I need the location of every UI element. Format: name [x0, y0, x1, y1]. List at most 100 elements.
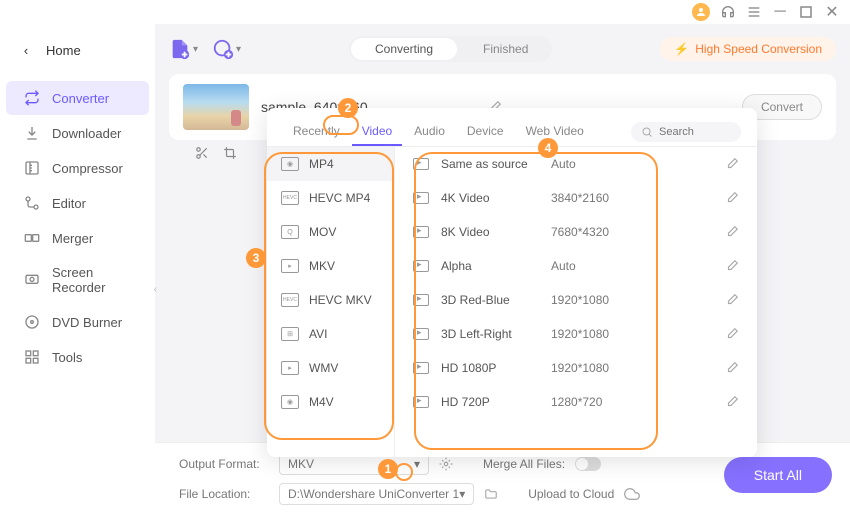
- step-badge-1: 1: [378, 459, 398, 479]
- resolution-item[interactable]: HD 720P1280*720: [395, 385, 757, 419]
- edit-preset-icon[interactable]: [725, 259, 739, 273]
- resolution-item[interactable]: HD 1080P1920*1080: [395, 351, 757, 385]
- edit-preset-icon[interactable]: [725, 225, 739, 239]
- resolution-list: Same as sourceAuto 4K Video3840*2160 8K …: [395, 147, 757, 457]
- format-search[interactable]: [631, 122, 741, 142]
- sidebar-item-recorder[interactable]: Screen Recorder: [6, 256, 149, 304]
- sidebar-item-label: Merger: [52, 231, 93, 246]
- format-icon: HEVC: [281, 293, 299, 307]
- tools-icon: [24, 349, 40, 365]
- download-icon: [24, 125, 40, 141]
- resolution-item[interactable]: Same as sourceAuto: [395, 147, 757, 181]
- merge-toggle[interactable]: [575, 457, 601, 471]
- sidebar-item-converter[interactable]: Converter: [6, 81, 149, 115]
- resolution-item[interactable]: AlphaAuto: [395, 249, 757, 283]
- dvd-icon: [24, 314, 40, 330]
- output-format-label: Output Format:: [179, 457, 269, 471]
- menu-icon[interactable]: [746, 4, 762, 20]
- chevron-down-icon: ▾: [414, 457, 420, 471]
- video-icon: [413, 396, 429, 408]
- format-item[interactable]: QMOV: [267, 215, 394, 249]
- add-url-button[interactable]: ▾: [212, 38, 241, 60]
- format-item[interactable]: ◉MP4: [267, 147, 394, 181]
- edit-preset-icon[interactable]: [725, 327, 739, 341]
- sidebar-home[interactable]: ‹ Home: [0, 34, 155, 66]
- add-file-button[interactable]: ▾: [169, 38, 198, 60]
- resolution-item[interactable]: 4K Video3840*2160: [395, 181, 757, 215]
- format-icon: HEVC: [281, 191, 299, 205]
- tab-recently[interactable]: Recently: [283, 118, 350, 146]
- merger-icon: [24, 230, 40, 246]
- format-item[interactable]: ▸WMV: [267, 351, 394, 385]
- merge-label: Merge All Files:: [483, 457, 565, 471]
- format-item[interactable]: ◉M4V: [267, 385, 394, 419]
- lightning-icon: ⚡: [674, 42, 689, 56]
- crop-icon[interactable]: [223, 146, 237, 160]
- edit-preset-icon[interactable]: [725, 293, 739, 307]
- segment-converting[interactable]: Converting: [351, 38, 457, 60]
- resolution-item[interactable]: 3D Left-Right1920*1080: [395, 317, 757, 351]
- trim-icon[interactable]: [195, 146, 209, 160]
- home-label: Home: [46, 43, 81, 58]
- sidebar-item-tools[interactable]: Tools: [6, 340, 149, 374]
- step-badge-4: 4: [538, 138, 558, 158]
- close-icon[interactable]: ✕: [824, 4, 840, 20]
- file-location-label: File Location:: [179, 487, 269, 501]
- video-icon: [413, 226, 429, 238]
- format-item[interactable]: HEVCHEVC MKV: [267, 283, 394, 317]
- sidebar-item-merger[interactable]: Merger: [6, 221, 149, 255]
- chevron-left-icon: ‹: [18, 42, 34, 58]
- sidebar-item-label: Editor: [52, 196, 86, 211]
- minimize-icon[interactable]: ─: [772, 4, 788, 20]
- sidebar-item-label: Converter: [52, 91, 109, 106]
- video-icon: [413, 294, 429, 306]
- step-badge-3: 3: [246, 248, 266, 268]
- record-icon: [24, 272, 40, 288]
- tab-video[interactable]: Video: [352, 118, 402, 146]
- sidebar-item-compressor[interactable]: Compressor: [6, 151, 149, 185]
- format-icon: Q: [281, 225, 299, 239]
- edit-preset-icon[interactable]: [725, 191, 739, 205]
- format-icon: ▸: [281, 361, 299, 375]
- chevron-down-icon: ▾: [459, 487, 465, 501]
- video-icon: [413, 158, 429, 170]
- compress-icon: [24, 160, 40, 176]
- video-icon: [413, 192, 429, 204]
- file-location-select[interactable]: D:\Wondershare UniConverter 1▾: [279, 483, 474, 505]
- sidebar-item-dvd[interactable]: DVD Burner: [6, 305, 149, 339]
- sidebar-item-downloader[interactable]: Downloader: [6, 116, 149, 150]
- tab-device[interactable]: Device: [457, 118, 514, 146]
- sidebar-item-label: Compressor: [52, 161, 123, 176]
- edit-preset-icon[interactable]: [725, 361, 739, 375]
- edit-preset-icon[interactable]: [725, 395, 739, 409]
- folder-icon[interactable]: [484, 487, 498, 501]
- search-input[interactable]: [659, 126, 729, 138]
- step-badge-2: 2: [338, 98, 358, 118]
- format-item[interactable]: ▸MKV: [267, 249, 394, 283]
- converter-icon: [24, 90, 40, 106]
- avatar-icon[interactable]: [692, 3, 710, 21]
- format-dropdown: Recently Video Audio Device Web Video ◉M…: [267, 108, 757, 457]
- sidebar-item-editor[interactable]: Editor: [6, 186, 149, 220]
- format-item[interactable]: ⊞AVI: [267, 317, 394, 351]
- maximize-icon[interactable]: [798, 4, 814, 20]
- edit-preset-icon[interactable]: [725, 157, 739, 171]
- resolution-item[interactable]: 3D Red-Blue1920*1080: [395, 283, 757, 317]
- segment-finished[interactable]: Finished: [459, 36, 552, 62]
- gear-icon[interactable]: [439, 457, 453, 471]
- tab-audio[interactable]: Audio: [404, 118, 455, 146]
- video-icon: [413, 260, 429, 272]
- start-all-button[interactable]: Start All: [724, 457, 832, 493]
- sidebar-item-label: Tools: [52, 350, 82, 365]
- video-thumbnail[interactable]: [183, 84, 249, 130]
- format-icon: ◉: [281, 157, 299, 171]
- sidebar: ‹ Home Converter Downloader Compressor E…: [0, 24, 155, 527]
- sidebar-item-label: Downloader: [52, 126, 121, 141]
- resolution-item[interactable]: 8K Video7680*4320: [395, 215, 757, 249]
- high-speed-toggle[interactable]: ⚡ High Speed Conversion: [660, 37, 836, 61]
- headset-icon[interactable]: [720, 4, 736, 20]
- format-icon: ◉: [281, 395, 299, 409]
- format-item[interactable]: HEVCHEVC MP4: [267, 181, 394, 215]
- sidebar-item-label: DVD Burner: [52, 315, 122, 330]
- cloud-icon[interactable]: [624, 486, 640, 502]
